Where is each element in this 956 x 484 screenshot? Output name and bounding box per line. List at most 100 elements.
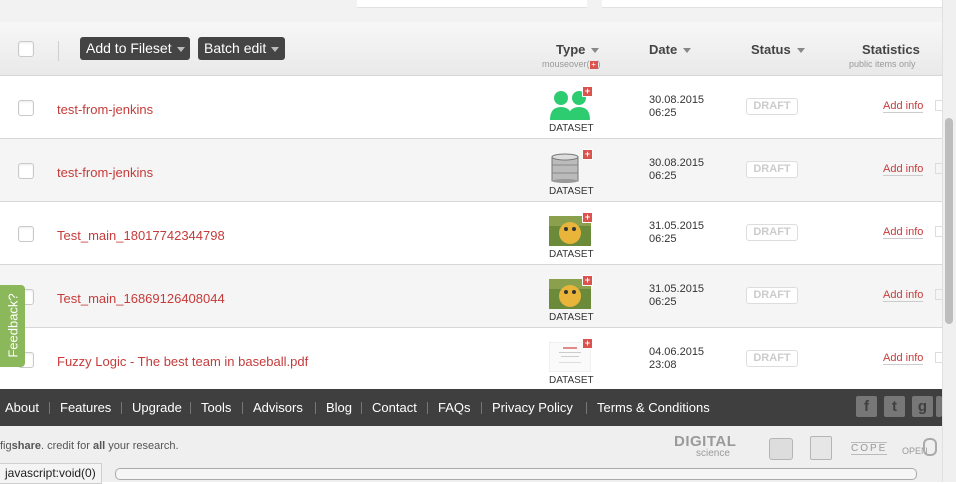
sort-icon xyxy=(683,48,692,54)
batch-edit-button[interactable]: Batch edit xyxy=(198,37,285,60)
footer-link-features[interactable]: Features xyxy=(60,400,111,415)
feedback-label: Feedback? xyxy=(5,293,21,358)
footer-separator xyxy=(190,402,191,414)
table-row: test-from-jenkins + DATASET 30.08.2015 06… xyxy=(0,139,943,202)
table-header: Add to Fileset Batch edit Type mouseover… xyxy=(0,22,942,76)
footer-separator xyxy=(481,402,482,414)
column-status-header[interactable]: Status xyxy=(751,42,805,57)
item-type: DATASET xyxy=(549,249,594,260)
footer-link-privacy-policy[interactable]: Privacy Policy xyxy=(492,400,573,415)
sort-icon xyxy=(591,48,600,54)
plus-icon: + xyxy=(589,59,598,69)
column-type-header[interactable]: Type xyxy=(556,42,600,57)
footer-separator xyxy=(427,402,428,414)
add-to-fileset-label: Add to Fileset xyxy=(86,40,172,56)
item-title-link[interactable]: Test_main_16869126408044 xyxy=(57,291,225,306)
column-status-label: Status xyxy=(751,42,791,57)
status-badge: DRAFT xyxy=(746,350,798,367)
top-panel-right xyxy=(602,0,942,8)
digital-science-logo[interactable]: DIGITAL science xyxy=(674,434,736,459)
chevron-down-icon xyxy=(271,46,280,52)
item-type: DATASET xyxy=(549,312,594,323)
item-title-link[interactable]: test-from-jenkins xyxy=(57,102,153,117)
partner-logo-icon[interactable] xyxy=(769,438,793,460)
type-mouseover-hint: mouseover(+) xyxy=(542,59,601,69)
row-checkbox[interactable] xyxy=(18,100,34,116)
item-title-link[interactable]: Fuzzy Logic - The best team in baseball.… xyxy=(57,354,308,369)
digital-science-text: DIGITAL xyxy=(674,433,737,450)
add-to-fileset-button[interactable]: Add to Fileset xyxy=(80,37,190,60)
scrollbar-thumb[interactable] xyxy=(945,118,953,324)
item-date: 04.06.2015 23:08 xyxy=(649,346,704,372)
credit-text: figshare. credit for all your research. xyxy=(0,440,179,452)
item-date-value: 31.05.2015 xyxy=(649,220,705,232)
column-statistics-header: Statistics xyxy=(862,42,920,57)
item-title-link[interactable]: Test_main_18017742344798 xyxy=(57,228,225,243)
type-sub-text: mouseover( xyxy=(542,59,590,69)
footer-link-blog[interactable]: Blog xyxy=(326,400,352,415)
digital-science-sub: science xyxy=(696,448,730,459)
row-checkbox[interactable] xyxy=(18,163,34,179)
image-thumbnail[interactable]: + xyxy=(549,275,593,309)
browser-status-bar: javascript:void(0) xyxy=(0,463,102,484)
item-date: 30.08.2015 06:25 xyxy=(649,94,704,120)
document-thumbnail[interactable]: + xyxy=(548,338,593,373)
footer-link-about[interactable]: About xyxy=(5,400,39,415)
add-info-link[interactable]: Add info xyxy=(883,226,924,239)
footer-link-tools[interactable]: Tools xyxy=(201,400,231,415)
footer-separator xyxy=(242,402,243,414)
chevron-down-icon xyxy=(176,46,185,52)
add-info-link[interactable]: Add info xyxy=(883,100,924,113)
partner-logo-icon[interactable] xyxy=(810,436,832,460)
people-icon[interactable]: + xyxy=(549,86,593,120)
footer-separator xyxy=(121,402,122,414)
item-date: 31.05.2015 06:25 xyxy=(649,220,704,246)
status-badge: DRAFT xyxy=(746,161,798,178)
feedback-tab[interactable]: Feedback? xyxy=(0,285,25,367)
select-all-checkbox[interactable] xyxy=(18,41,34,57)
open-access-lock-icon xyxy=(923,438,937,456)
horizontal-scrollbar[interactable] xyxy=(115,468,917,480)
row-checkbox[interactable] xyxy=(18,226,34,242)
credit-brand: share xyxy=(11,440,41,452)
footer-separator xyxy=(49,402,50,414)
footer-nav: About Features Upgrade Tools Advisors Bl… xyxy=(0,389,942,426)
item-date-value: 30.08.2015 xyxy=(649,94,705,106)
database-icon[interactable]: + xyxy=(549,149,593,183)
sort-icon xyxy=(796,48,805,54)
item-date-value: 04.06.2015 xyxy=(649,346,705,358)
batch-edit-label: Batch edit xyxy=(204,40,267,56)
item-time-value: 23:08 xyxy=(649,359,677,371)
footer-link-upgrade[interactable]: Upgrade xyxy=(132,400,182,415)
google-plus-icon[interactable]: g xyxy=(912,396,933,417)
footer-link-contact[interactable]: Contact xyxy=(372,400,417,415)
header-divider xyxy=(58,41,59,61)
add-info-link[interactable]: Add info xyxy=(883,163,924,176)
item-type: DATASET xyxy=(549,186,594,197)
column-statistics-label: Statistics xyxy=(862,42,920,57)
cope-logo[interactable]: COPE xyxy=(851,442,888,455)
item-date-value: 31.05.2015 xyxy=(649,283,705,295)
item-time-value: 06:25 xyxy=(649,170,677,182)
credit-mid: . credit for xyxy=(40,440,93,452)
footer-link-faqs[interactable]: FAQs xyxy=(438,400,471,415)
item-time-value: 06:25 xyxy=(649,296,677,308)
item-title-link[interactable]: test-from-jenkins xyxy=(57,165,153,180)
facebook-icon[interactable]: f xyxy=(856,396,877,417)
image-thumbnail[interactable]: + xyxy=(549,212,593,246)
item-type: DATASET xyxy=(549,123,594,134)
column-date-header[interactable]: Date xyxy=(649,42,692,57)
footer-link-terms[interactable]: Terms & Conditions xyxy=(597,400,710,415)
credit-prefix: fig xyxy=(0,440,12,452)
plus-icon: + xyxy=(582,275,593,286)
add-info-link[interactable]: Add info xyxy=(883,289,924,302)
status-badge: DRAFT xyxy=(746,224,798,241)
add-info-link[interactable]: Add info xyxy=(883,352,924,365)
plus-icon: + xyxy=(582,212,593,223)
footer-separator xyxy=(315,402,316,414)
status-badge: DRAFT xyxy=(746,98,798,115)
twitter-icon[interactable]: t xyxy=(884,396,905,417)
credit-bold: all xyxy=(92,440,106,452)
footer-link-advisors[interactable]: Advisors xyxy=(253,400,303,415)
column-date-label: Date xyxy=(649,42,678,57)
